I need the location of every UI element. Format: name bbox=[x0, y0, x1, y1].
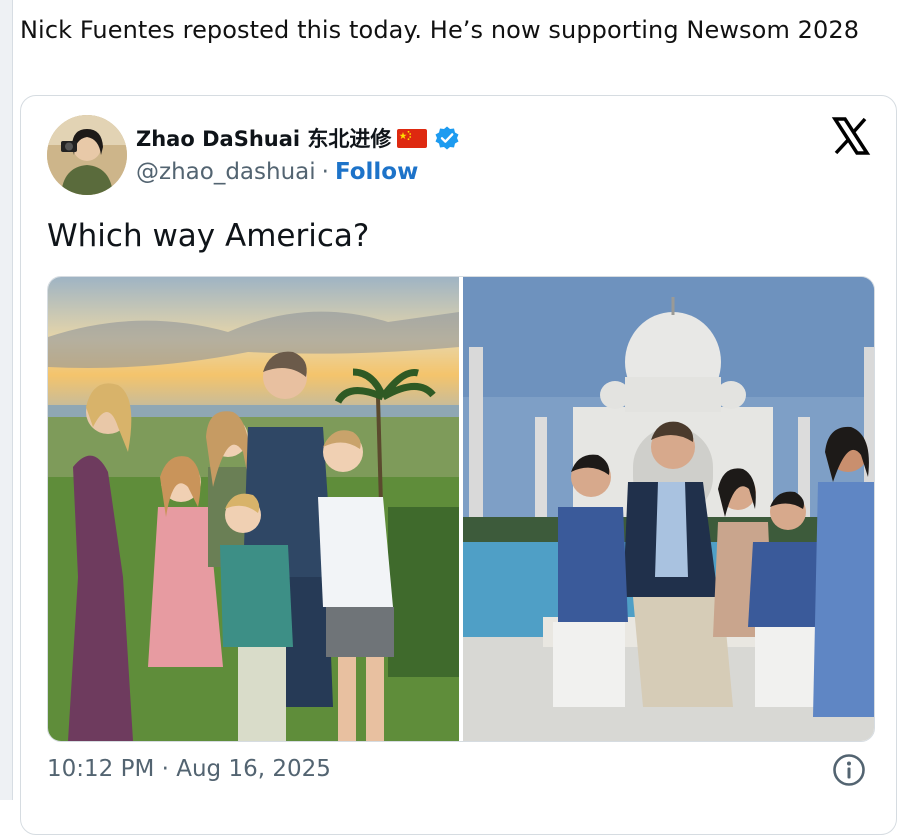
tweet-media[interactable] bbox=[47, 276, 875, 742]
author-name-row: Zhao DaShuai 东北进修 bbox=[136, 123, 460, 153]
verified-badge-icon bbox=[434, 125, 460, 151]
embedded-tweet-card[interactable]: Zhao DaShuai 东北进修 @zhao_dashuai · Follow bbox=[20, 95, 897, 835]
china-flag-icon bbox=[397, 128, 428, 148]
author-name[interactable]: Zhao DaShuai 东北进修 bbox=[136, 123, 391, 153]
follow-button[interactable]: Follow bbox=[335, 159, 418, 185]
post-caption: Nick Fuentes reposted this today. He’s n… bbox=[20, 16, 860, 44]
x-logo-icon[interactable] bbox=[831, 116, 871, 156]
author-handle[interactable]: @zhao_dashuai bbox=[136, 159, 316, 185]
avatar[interactable] bbox=[47, 115, 127, 195]
handle-row: @zhao_dashuai · Follow bbox=[136, 159, 418, 185]
left-border bbox=[0, 0, 13, 800]
photo-family-taj-mahal[interactable] bbox=[463, 277, 874, 741]
separator-dot: · bbox=[321, 159, 329, 185]
info-icon[interactable] bbox=[832, 753, 866, 787]
tweet-text: Which way America? bbox=[47, 218, 370, 254]
tweet-timestamp[interactable]: 10:12 PM · Aug 16, 2025 bbox=[47, 756, 331, 782]
photo-family-sunset[interactable] bbox=[48, 277, 459, 741]
